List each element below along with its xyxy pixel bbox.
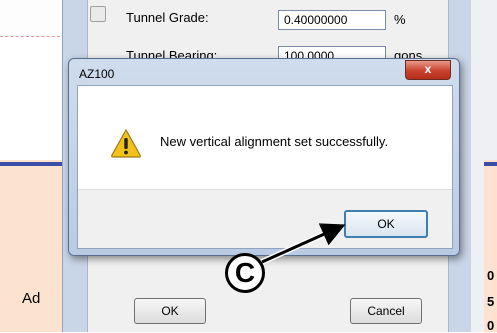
annotation-callout: C (225, 253, 265, 293)
